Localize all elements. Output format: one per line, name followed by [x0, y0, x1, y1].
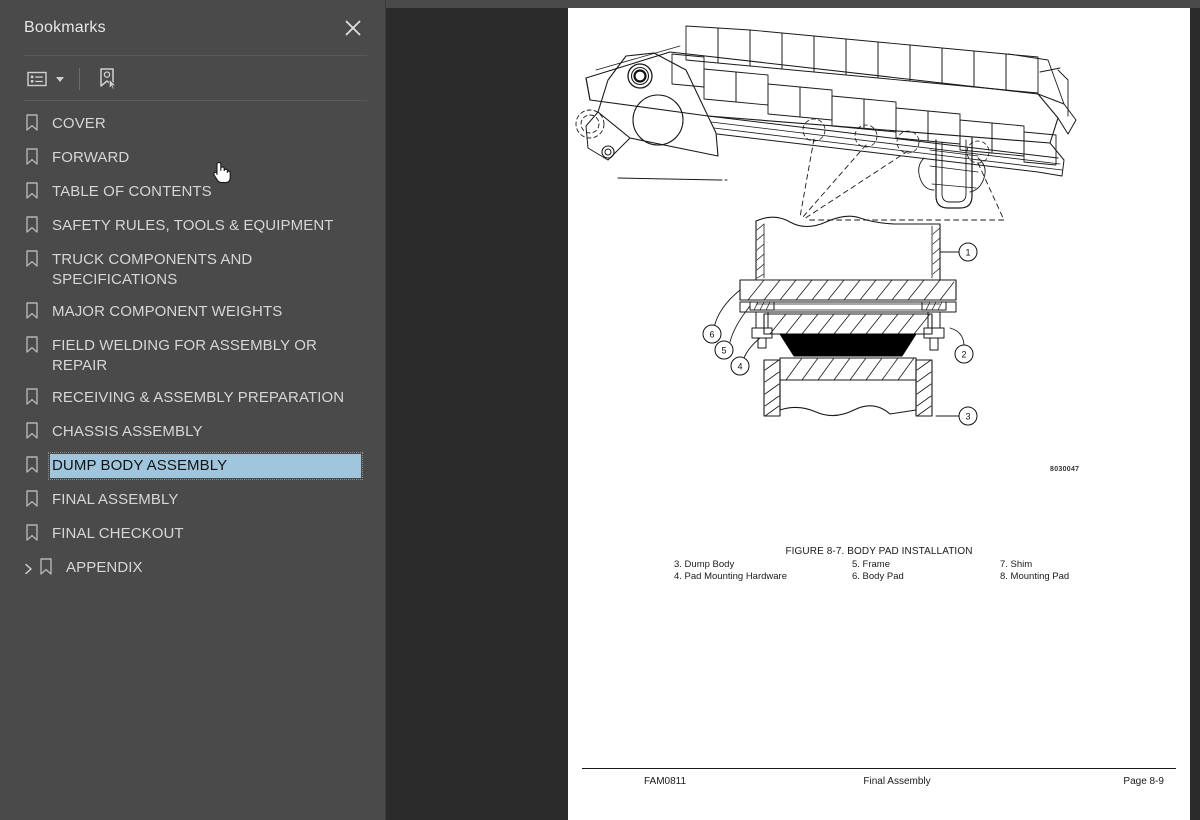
bookmark-item[interactable]: RECEIVING & ASSEMBLY PREPARATION [0, 382, 379, 416]
footer-document-number: FAM0811 [644, 776, 687, 787]
figure-caption: FIGURE 8-7. BODY PAD INSTALLATION [785, 546, 973, 557]
toolbar-divider [24, 100, 367, 101]
legend-column: 5. Frame 6. Body Pad [852, 559, 1000, 583]
close-icon[interactable] [341, 16, 365, 40]
pdf-reader-window: Bookmarks COVER FORWARD TABLE OF CONTENT… [0, 0, 1200, 820]
bookmark-item[interactable]: TRUCK COMPONENTS AND SPECIFICATIONS [0, 244, 379, 296]
callout-4: 4 [737, 362, 742, 372]
callout-6: 6 [709, 330, 714, 340]
bookmark-label: CHASSIS ASSEMBLY [52, 423, 203, 440]
bookmark-label: APPENDIX [66, 559, 143, 576]
bookmark-icon [24, 215, 40, 235]
header-divider [24, 55, 367, 56]
figure-drawing: 1 2 3 4 5 6 [568, 8, 1190, 568]
page-footer: FAM0811 Final Assembly Page 8-9 [582, 776, 1176, 787]
footer-section: Final Assembly [863, 776, 931, 787]
bookmark-label: SAFETY RULES, TOOLS & EQUIPMENT [52, 217, 334, 234]
legend-item: 8. Mounting Pad [1000, 571, 1070, 582]
legend-item: 3. Dump Body [674, 559, 735, 570]
figure-legend: 3. Dump Body 4. Pad Mounting Hardware 5.… [674, 559, 1186, 583]
chevron-right-icon[interactable] [22, 562, 34, 576]
bookmarks-toolbar [0, 58, 385, 100]
legend-item: 4. Pad Mounting Hardware [674, 571, 788, 582]
viewer-top-strip [386, 0, 1200, 8]
callout-2: 2 [961, 350, 966, 360]
bookmark-item[interactable]: FINAL ASSEMBLY [0, 484, 379, 518]
bookmark-list[interactable]: COVER FORWARD TABLE OF CONTENTS SAFETY R… [0, 106, 379, 820]
bookmark-icon [38, 557, 54, 577]
bookmark-item[interactable]: CHASSIS ASSEMBLY [0, 416, 379, 450]
bookmark-item[interactable]: COVER [0, 108, 379, 142]
footer-divider [582, 768, 1176, 769]
legend-item: 6. Body Pad [852, 571, 904, 582]
bookmark-icon [24, 113, 40, 133]
bookmark-label: TABLE OF CONTENTS [52, 183, 212, 200]
drawing-code: 8030047 [1050, 466, 1080, 473]
bookmark-icon [24, 335, 40, 355]
legend-column: 7. Shim 8. Mounting Pad [1000, 559, 1140, 583]
bookmark-item[interactable]: APPENDIX [0, 552, 379, 586]
footer-page-number: Page 8-9 [1123, 776, 1164, 787]
list-options-icon[interactable] [24, 66, 67, 92]
panel-title: Bookmarks [24, 19, 106, 36]
bookmark-item[interactable]: FINAL CHECKOUT [0, 518, 379, 552]
body-pad-installation-drawing: 1 2 3 4 5 6 [575, 25, 1077, 426]
bookmark-item[interactable]: MAJOR COMPONENT WEIGHTS [0, 296, 379, 330]
bookmarks-panel: Bookmarks COVER FORWARD TABLE OF CONTENT… [0, 0, 386, 820]
bookmark-label: FINAL CHECKOUT [52, 525, 184, 542]
bookmark-icon [24, 301, 40, 321]
bookmark-icon [24, 489, 40, 509]
pdf-page: 1 2 3 4 5 6 8030047 FIGURE 8-7. BODY PAD… [568, 8, 1190, 820]
legend-column: 3. Dump Body 4. Pad Mounting Hardware [674, 559, 852, 583]
bookmark-item[interactable]: SAFETY RULES, TOOLS & EQUIPMENT [0, 210, 379, 244]
bookmark-label: TRUCK COMPONENTS AND SPECIFICATIONS [52, 251, 253, 288]
bookmark-label: COVER [52, 115, 106, 132]
bookmark-item-selected[interactable]: DUMP BODY ASSEMBLY [0, 450, 379, 484]
bookmark-label: DUMP BODY ASSEMBLY [48, 452, 363, 480]
bookmark-icon [24, 249, 40, 269]
bookmark-label: FINAL ASSEMBLY [52, 491, 179, 508]
toolbar-separator [79, 68, 80, 90]
bookmark-label: MAJOR COMPONENT WEIGHTS [52, 303, 283, 320]
bookmark-icon [24, 387, 40, 407]
bookmark-label: FORWARD [52, 149, 130, 166]
callout-5: 5 [721, 346, 726, 356]
legend-item: 5. Frame [852, 559, 891, 570]
new-bookmark-icon[interactable] [94, 63, 122, 95]
bookmark-icon [24, 523, 40, 543]
bookmark-item[interactable]: FIELD WELDING FOR ASSEMBLY OR REPAIR [0, 330, 379, 382]
bookmark-item[interactable]: FORWARD [0, 142, 379, 176]
bookmark-label: RECEIVING & ASSEMBLY PREPARATION [52, 389, 345, 406]
bookmark-icon [24, 421, 40, 441]
bookmarks-panel-header: Bookmarks [0, 0, 385, 56]
bookmark-icon [24, 181, 40, 201]
callout-1: 1 [965, 248, 970, 258]
callout-3: 3 [965, 412, 970, 422]
bookmark-label: FIELD WELDING FOR ASSEMBLY OR REPAIR [52, 337, 317, 374]
bookmark-item[interactable]: TABLE OF CONTENTS [0, 176, 379, 210]
bookmark-icon [24, 455, 40, 475]
chevron-down-icon [56, 76, 64, 82]
bookmark-icon [24, 147, 40, 167]
document-viewer[interactable]: 1 2 3 4 5 6 8030047 FIGURE 8-7. BODY PAD… [386, 8, 1200, 820]
legend-item: 7. Shim [1000, 559, 1033, 570]
